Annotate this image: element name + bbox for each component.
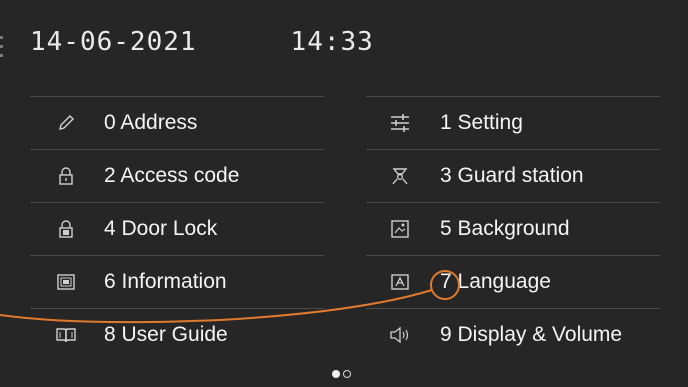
annotation-pointer (0, 289, 433, 324)
intercom-screen: 14-06-2021 14:33 0 Address 2 Access code… (0, 0, 688, 387)
page-dot-inactive[interactable] (343, 370, 351, 378)
page-dot-active[interactable] (332, 370, 340, 378)
page-indicator[interactable] (332, 370, 351, 378)
annotation-circle (430, 270, 460, 300)
